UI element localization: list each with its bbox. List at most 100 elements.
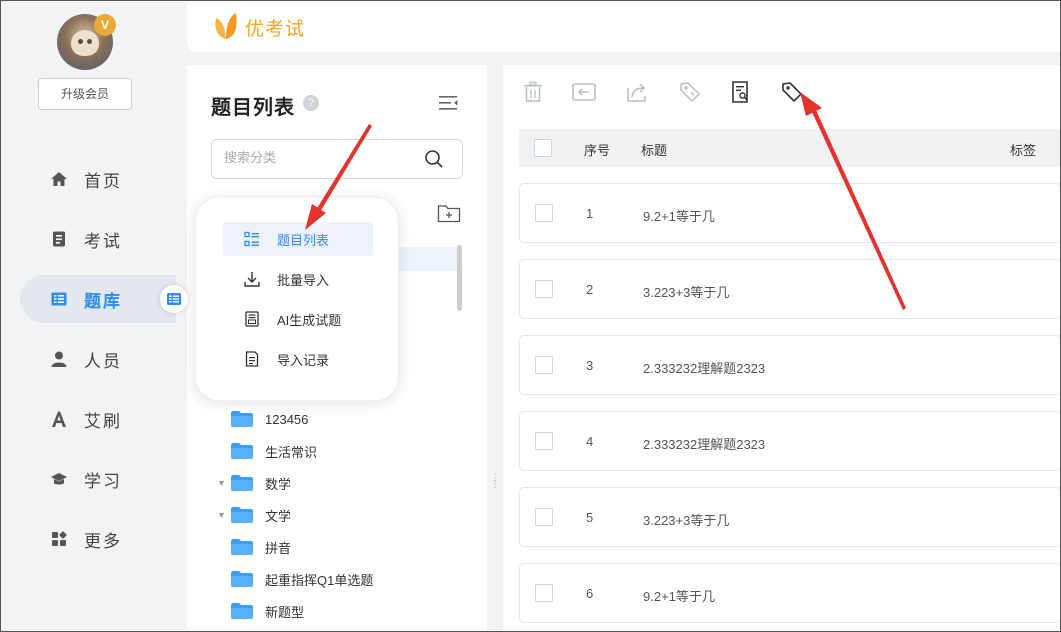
folder-icon (231, 475, 253, 491)
table-row[interactable]: 5 3.223+3等于几 (519, 487, 1061, 547)
row-index: 3 (586, 358, 594, 373)
row-checkbox[interactable] (535, 508, 553, 526)
table-row[interactable]: 6 9.2+1等于几 (519, 563, 1061, 623)
app-logo[interactable]: 优考试 (213, 10, 305, 45)
table-row[interactable]: 3 2.333232理解题2323 (519, 335, 1061, 395)
select-all-checkbox[interactable] (534, 139, 552, 157)
home-icon (48, 168, 70, 190)
row-title[interactable]: 9.2+1等于几 (643, 586, 715, 605)
popup-item-label: 题目列表 (277, 232, 330, 248)
record-icon (243, 350, 261, 368)
nav-item-question-bank[interactable]: 题库 (20, 275, 176, 323)
question-bank-icon (48, 288, 70, 310)
collapse-menu-icon[interactable] (439, 95, 459, 116)
left-nav: V 升级会员 首页 考试 题库 人员 艾刷 学习 更多 (0, 0, 176, 632)
tree-item[interactable]: 新题型 (217, 598, 304, 624)
upgrade-member-button[interactable]: 升级会员 (38, 78, 132, 110)
row-checkbox[interactable] (535, 584, 553, 602)
row-index: 6 (586, 586, 594, 601)
folder-icon (231, 411, 253, 427)
folder-icon (231, 507, 253, 523)
nav-item-label: 学习 (84, 471, 122, 491)
sidebar-toggle-icon[interactable] (160, 285, 188, 313)
nav-item-label: 首页 (84, 171, 122, 191)
nav-item-label: 艾刷 (84, 411, 122, 431)
popup-item-label: AI生成试题 (277, 312, 342, 328)
row-title[interactable]: 3.223+3等于几 (643, 282, 729, 301)
tree-item[interactable]: ▼ 数学 (217, 470, 291, 496)
avatar-cat-face (71, 30, 99, 56)
category-search-input[interactable] (224, 150, 414, 165)
graduation-cap-icon (48, 468, 70, 490)
avatar-eye (78, 39, 83, 44)
row-title[interactable]: 9.2+1等于几 (643, 206, 715, 225)
tree-item[interactable]: ▼ 文学 (217, 502, 291, 528)
row-title[interactable]: 2.333232理解题2323 (643, 434, 765, 453)
tree-item-label: 数学 (265, 476, 292, 492)
folder-icon (231, 539, 253, 555)
top-header: 优考试 (187, 0, 1061, 52)
tree-item-label: 123456 (265, 411, 309, 427)
search-icon[interactable] (424, 149, 444, 174)
popup-item-label: 导入记录 (277, 352, 330, 368)
trash-icon[interactable] (520, 79, 546, 105)
popup-item-question-list[interactable]: 题目列表 (223, 222, 373, 256)
table-row[interactable]: 2 3.223+3等于几 (519, 259, 1061, 319)
row-index: 5 (586, 510, 594, 525)
tree-item[interactable]: 起重指挥Q1单选题 (217, 566, 373, 592)
tree-item[interactable]: 拼音 (217, 534, 291, 560)
remove-tag-icon[interactable] (677, 79, 703, 105)
nav-item-people[interactable]: 人员 (20, 335, 176, 383)
row-checkbox[interactable] (535, 280, 553, 298)
table-row[interactable]: 1 9.2+1等于几 (519, 183, 1061, 243)
tag-icon[interactable] (779, 79, 805, 105)
tree-item-label: 新题型 (265, 604, 305, 620)
table-row[interactable]: 4 2.333232理解题2323 (519, 411, 1061, 471)
row-checkbox[interactable] (535, 204, 553, 222)
column-header-title: 标题 (641, 143, 668, 158)
tree-item[interactable]: 生活常识 (217, 438, 317, 464)
ai-document-icon (243, 310, 261, 328)
add-folder-icon[interactable] (437, 203, 461, 228)
brush-icon (48, 408, 70, 430)
nav-item-home[interactable]: 首页 (20, 155, 176, 203)
person-icon (48, 348, 70, 370)
tree-item[interactable]: 123456 (217, 406, 308, 432)
nav-item-brush[interactable]: 艾刷 (20, 395, 176, 443)
category-search (211, 139, 463, 179)
nav-item-more[interactable]: 更多 (20, 515, 176, 563)
logo-icon (213, 10, 239, 45)
row-title[interactable]: 2.333232理解题2323 (643, 358, 765, 377)
export-icon[interactable] (624, 79, 650, 105)
document-search-icon[interactable] (728, 79, 754, 105)
tree-item-label: 生活常识 (265, 444, 318, 460)
move-back-icon[interactable] (571, 79, 597, 105)
popup-item-import-records[interactable]: 导入记录 (223, 342, 373, 376)
tree-item-label: 拼音 (265, 540, 292, 556)
folder-icon (231, 571, 253, 587)
row-checkbox[interactable] (535, 356, 553, 374)
row-index: 4 (586, 434, 594, 449)
tree-arrow[interactable]: ▼ (217, 510, 231, 520)
tree-scrollbar[interactable] (457, 245, 462, 311)
panel-resize-handle[interactable]: ⋮ ⋮ (490, 474, 500, 500)
table-header: 序号 标题 标签 (519, 129, 1061, 167)
help-icon[interactable]: ? (303, 95, 319, 111)
nav-item-label: 更多 (84, 531, 122, 551)
vip-badge: V (94, 14, 116, 36)
row-index: 2 (586, 282, 594, 297)
nav-item-learn[interactable]: 学习 (20, 455, 176, 503)
app-name: 优考试 (245, 19, 306, 40)
row-title[interactable]: 3.223+3等于几 (643, 510, 729, 529)
popup-item-label: 批量导入 (277, 272, 330, 288)
nav-item-exam[interactable]: 考试 (20, 215, 176, 263)
exam-icon (48, 228, 70, 250)
popup-item-batch-import[interactable]: 批量导入 (223, 262, 373, 296)
folder-icon (231, 603, 253, 619)
nav-item-label: 考试 (84, 231, 122, 251)
popup-item-ai-generate[interactable]: AI生成试题 (223, 302, 373, 336)
row-checkbox[interactable] (535, 432, 553, 450)
tree-item-label: 起重指挥Q1单选题 (265, 572, 374, 588)
avatar-eye (87, 39, 92, 44)
tree-arrow[interactable]: ▼ (217, 478, 231, 488)
